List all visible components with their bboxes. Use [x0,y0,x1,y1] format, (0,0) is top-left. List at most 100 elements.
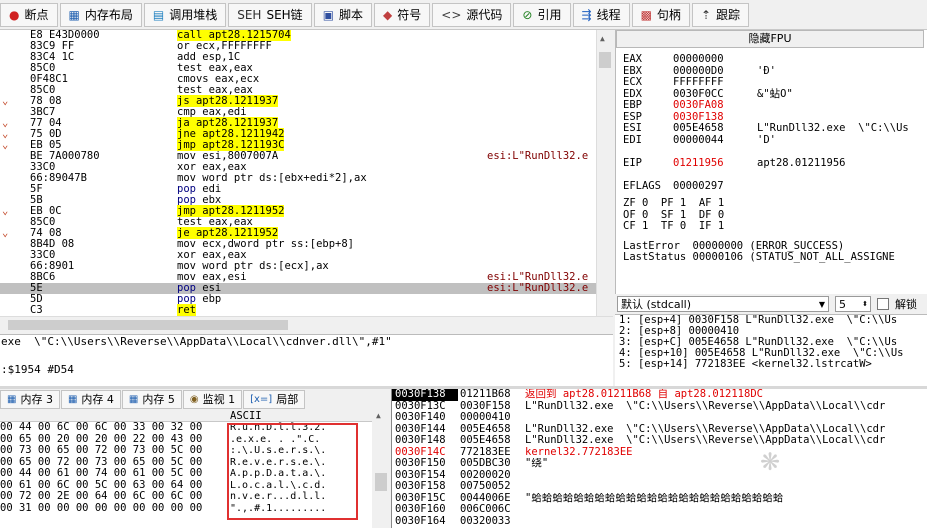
register-row[interactable]: EBP 0030FA08 [616,99,927,112]
tab-icon: ⇶ [581,7,592,22]
memory-tab-2[interactable]: ▦ 内存 5 [121,389,182,409]
stack-arg-row[interactable]: 5: [esp+14] 772183EE <kernel32.lstrcatW> [615,359,927,370]
calling-convention-select[interactable]: 默认 (stdcall) ▼ [617,296,829,312]
scroll-up-icon[interactable]: ▲ [376,411,381,420]
scroll-thumb[interactable] [375,473,387,491]
register-value[interactable]: 01211956 [673,157,757,170]
register-row[interactable]: EIP 01211956 apt28.01211956 [616,157,927,170]
stack-row[interactable]: 0030F164 00320033 [392,514,927,528]
memory-tab-3[interactable]: ◉ 监视 1 [182,389,243,409]
stack-address: 0030F164 [395,514,446,527]
hide-fpu-button[interactable]: 隐藏FPU [616,30,924,48]
memory-tab-0[interactable]: ▦ 内存 3 [0,389,60,409]
disasm-row[interactable]: 3BC7 cmp eax,edi [0,107,596,118]
memory-icon: ▦ [67,393,78,405]
register-row[interactable] [616,169,927,181]
disasm-row[interactable]: ⌄ 77 04 ja apt28.1211937 [0,117,596,129]
disassembly-vertical-scrollbar[interactable]: ▲ [596,30,613,316]
tab-icon: ▦ [68,7,80,22]
tab-5[interactable]: ◆ 符号 [374,2,431,27]
jump-marker: ⌄ [2,205,9,217]
disasm-row[interactable]: 85C0 test eax,eax [0,63,596,74]
register-name: EAX [623,53,642,65]
disasm-row[interactable]: C3 ret [0,304,596,316]
tab-2[interactable]: ▤ 调用堆栈 [143,2,227,27]
tab-0[interactable]: ● 断点 [0,2,58,27]
register-row[interactable]: EDX 0030F0CC &"蛅O" [616,88,927,101]
locals-icon: [x=] [250,393,273,405]
disasm-row[interactable]: 85C0 test eax,eax [0,217,596,228]
flags-row[interactable]: ZF 0 PF 1 AF 1 [616,197,927,210]
disasm-row[interactable]: 83C4 1C add esp,1C [0,52,596,63]
dump-vertical-scrollbar[interactable]: ▲ [372,409,390,528]
tab-10[interactable]: ⇡ 跟踪 [691,2,750,27]
stack-row[interactable]: 0030F160 006C006C [392,503,927,516]
tab-icon: ◆ [383,7,393,22]
disasm-row[interactable]: 5B pop ebx [0,195,596,206]
disasm-row[interactable]: 66:89047B mov word ptr ds:[ebx+edi*2],ax [0,173,596,184]
calling-convention-bar: 默认 (stdcall) ▼ 5 ⬍ 解锁 [615,294,927,314]
register-value[interactable]: 00000297 [673,180,757,193]
disasm-row[interactable]: 66:8901 mov word ptr ds:[ecx],ax [0,261,596,272]
stack-row[interactable]: 0030F158 00750052 [392,480,927,493]
register-value[interactable]: 005E4658 [673,122,757,135]
stack-value: 00750052 [460,480,511,492]
disasm-row[interactable]: 5D pop ebp [0,294,596,305]
tab-4[interactable]: ▣ 脚本 [313,2,373,27]
jump-marker: ⌄ [2,227,9,239]
tab-6[interactable]: <> 源代码 [432,2,512,27]
memory-tab-1[interactable]: ▦ 内存 4 [60,389,121,409]
scroll-thumb[interactable] [8,320,288,330]
disasm-row[interactable]: 8BC6 mov eax,esi esi:L"RunDll32.e [0,272,596,283]
stack-row[interactable]: 0030F148 005E4658 L"RunDll32.exe \"C:\\Use… [392,434,927,447]
tab-label: 断点 [24,8,49,22]
disasm-row[interactable]: E8 E43D0000 call apt28.1215704 [0,30,596,41]
stack-row[interactable]: 0030F138 01211B68 返回到 apt28.01211B68 自 apt… [392,389,927,401]
disasm-row[interactable]: 8B4D 08 mov ecx,dword ptr ss:[ebp+8] [0,239,596,250]
tab-9[interactable]: ▩ 句柄 [631,2,690,27]
tab-3[interactable]: SEH SEH链 [228,2,312,27]
register-value[interactable]: 00000000 [673,53,757,66]
disasm-row[interactable]: ⌄ 78 08 js apt28.1211937 [0,95,596,107]
register-name: ESI [623,122,642,134]
disasm-row[interactable]: 5E pop esi esi:L"RunDll32.e [0,283,596,294]
disasm-row[interactable]: 85C0 test eax,eax [0,85,596,96]
scroll-up-icon[interactable]: ▲ [600,34,610,48]
dump-hex: 00 73 00 65 00 72 00 73 00 5C 00 [0,444,203,456]
tab-1[interactable]: ▦ 内存布局 [59,2,142,27]
tab-icon: ▤ [152,7,165,22]
disasm-row[interactable]: BE 7A000780 mov esi,8007007A esi:L"RunDll3… [0,151,596,162]
disassembly-view[interactable]: E8 E43D0000 call apt28.1215704 83C9 FF or e… [0,30,596,316]
scroll-thumb[interactable] [599,52,611,68]
disasm-row[interactable]: ⌄ 75 0D jne apt28.1211942 [0,128,596,140]
register-row[interactable]: EFLAGS 00000297 [616,180,927,193]
register-value[interactable]: 0030FA08 [673,99,757,112]
register-value[interactable]: 00000044 [673,134,757,147]
stack-comment: "绕" [525,458,549,469]
disassembly-horizontal-scrollbar[interactable] [0,316,613,333]
stack-view[interactable]: 0030F138 01211B68 返回到 apt28.01211B68 自 apt… [391,389,927,528]
arg-count-spinner[interactable]: 5 ⬍ [835,296,871,312]
tab-icon: ▩ [640,7,652,22]
disasm-row[interactable]: 5F pop edi [0,184,596,195]
register-row[interactable]: EDI 00000044 'D' [616,134,927,147]
stack-row[interactable]: 0030F140 00000410 [392,411,927,424]
register-row[interactable]: EBX 000000D0 'Đ' [616,65,927,78]
memory-tab-label: 局部 [276,393,299,406]
jump-marker: ⌄ [2,139,9,151]
stack-comment: kernel32.772183EE [525,446,633,458]
disasm-row[interactable]: 0F48C1 cmovs eax,ecx [0,74,596,85]
tab-8[interactable]: ⇶ 线程 [572,2,630,27]
stack-value: 006C006C [460,503,511,515]
unlock-checkbox[interactable] [877,298,889,310]
tab-7[interactable]: ⊘ 引用 [513,2,571,27]
disasm-row[interactable]: ⌄ EB 0C jmp apt28.1211952 [0,205,596,217]
disasm-row[interactable]: 83C9 FF or ecx,FFFFFFFF [0,41,596,52]
stack-row[interactable]: 0030F150 005DBC30 "绕" [392,457,927,470]
tab-icon: <> [441,7,462,22]
register-value[interactable]: FFFFFFFF [673,76,757,89]
memory-tab-label: 内存 3 [20,393,53,406]
memory-tab-4[interactable]: [x=] 局部 [243,389,306,409]
flags-row[interactable]: CF 1 TF 0 IF 1 [616,220,927,233]
instruction-bytes: C3 [30,304,43,316]
